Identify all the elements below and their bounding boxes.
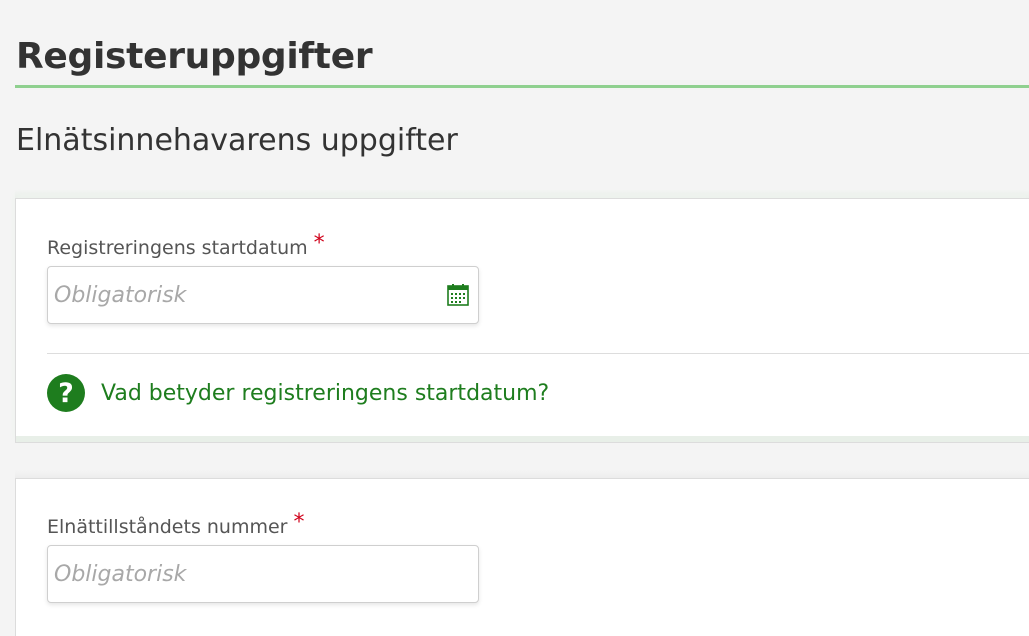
- start-date-input[interactable]: [48, 267, 478, 323]
- section-title: Elnätsinnehavarens uppgifter: [16, 123, 458, 158]
- help-link-row[interactable]: ? Vad betyder registreringens startdatum…: [47, 374, 549, 412]
- required-asterisk: *: [293, 510, 305, 535]
- page: Registeruppgifter Elnätsinnehavarens upp…: [0, 0, 1029, 636]
- page-title: Registeruppgifter: [16, 36, 373, 77]
- start-date-input-wrapper: [47, 266, 479, 324]
- required-asterisk: *: [313, 231, 325, 256]
- license-number-label-text: Elnättillståndets nummer: [47, 516, 288, 538]
- license-number-input[interactable]: [48, 546, 478, 602]
- license-number-card: Elnättillståndets nummer *: [15, 478, 1029, 636]
- start-date-label-text: Registreringens startdatum: [47, 237, 308, 259]
- calendar-icon[interactable]: [446, 283, 470, 307]
- help-link[interactable]: Vad betyder registreringens startdatum?: [101, 381, 549, 406]
- start-date-card: Registreringens startdatum * Obligatoris…: [15, 198, 1029, 443]
- license-number-label: Elnättillståndets nummer *: [47, 510, 304, 539]
- card-divider: [47, 353, 1029, 354]
- question-circle-icon: ?: [47, 374, 85, 412]
- title-divider: [15, 85, 1029, 88]
- license-number-input-wrapper: [47, 545, 479, 603]
- start-date-label: Registreringens startdatum *: [47, 231, 325, 260]
